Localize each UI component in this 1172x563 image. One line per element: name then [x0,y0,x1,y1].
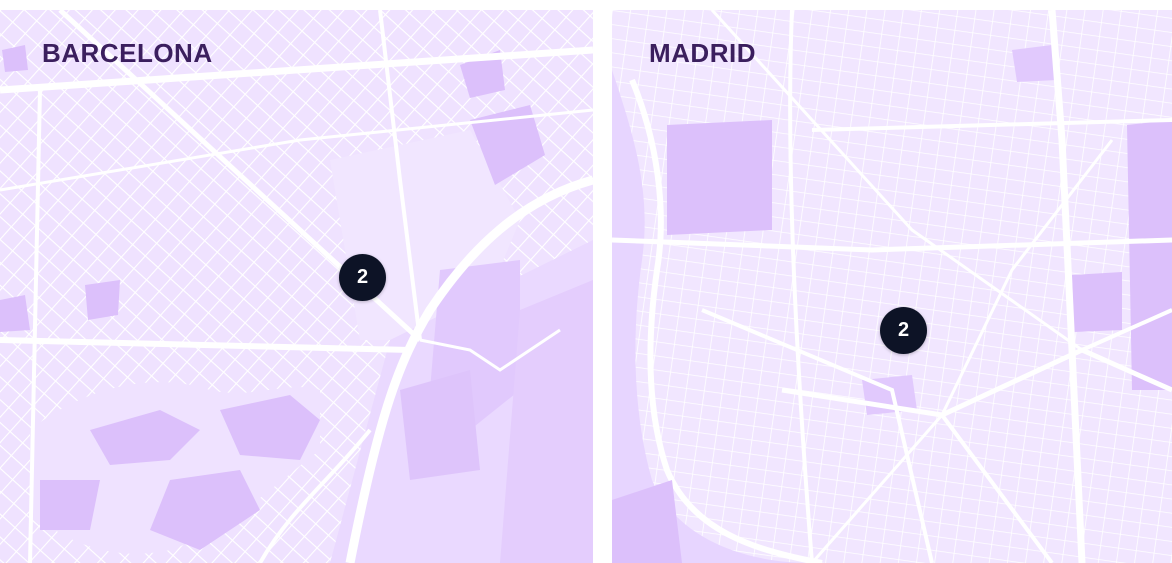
city-title: MADRID [649,38,756,68]
map-tiles-madrid [612,10,1172,563]
map-tiles-barcelona [0,10,593,563]
map-panel-barcelona[interactable]: BARCELONA 2 [0,10,593,563]
city-title: BARCELONA [42,38,213,68]
cluster-marker[interactable]: 2 [339,254,386,301]
cluster-marker[interactable]: 2 [880,307,927,354]
map-panel-madrid[interactable]: MADRID 2 [612,10,1172,563]
